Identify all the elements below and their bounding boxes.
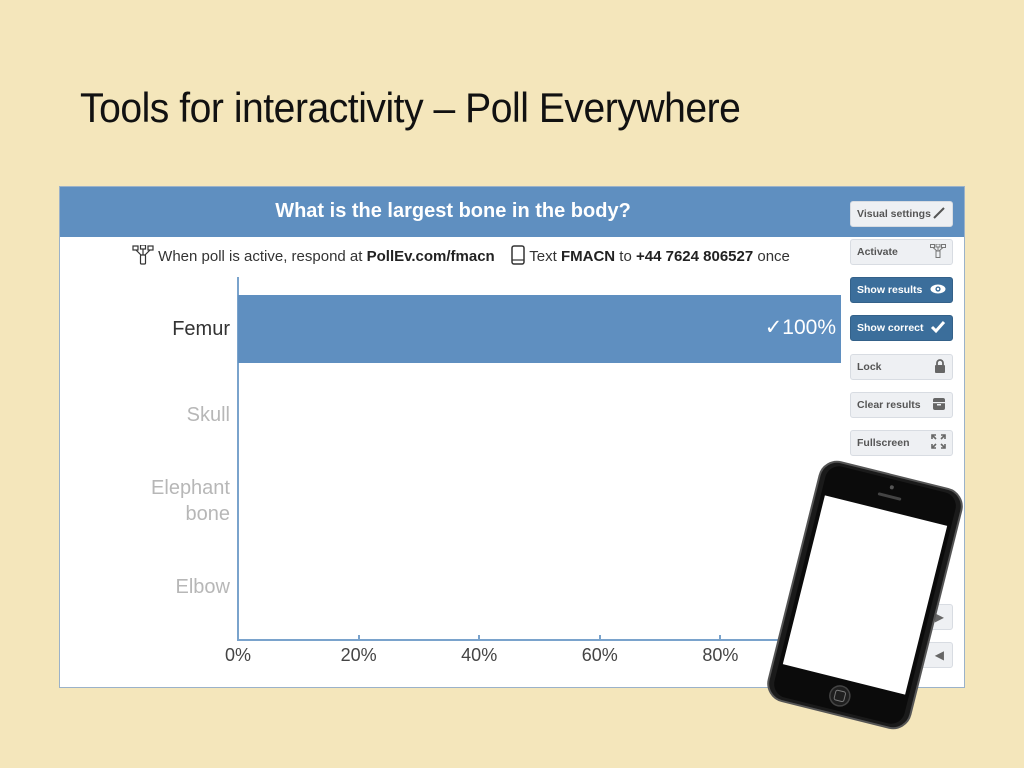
button-label: Show correct [857, 322, 924, 334]
x-tick [719, 635, 722, 640]
activate-button[interactable]: Activate [850, 239, 953, 265]
poll-question: What is the largest bone in the body? [275, 200, 631, 222]
lock-button[interactable]: Lock [850, 354, 953, 380]
text-number: +44 7624 806527 [636, 247, 754, 265]
slide-title: Tools for interactivity – Poll Everywher… [80, 84, 741, 131]
results-chart: Femur ✓100% Skull Elephant bone Elbow 0% 20% 40%… [60, 277, 864, 677]
bar-data-label: ✓100% [764, 316, 836, 339]
category-label: Elephant bone [151, 477, 230, 525]
poll-url[interactable]: PollEv.com/fmacn [367, 248, 495, 265]
mobile-phone-icon [511, 245, 526, 269]
text-suffix: once [753, 247, 790, 265]
button-label: Fullscreen [857, 437, 910, 449]
web-respond-icon [132, 245, 154, 269]
text-to: to [615, 247, 636, 265]
x-tick [478, 635, 481, 640]
button-label: Activate [857, 246, 898, 258]
respond-instructions: When poll is active, respond at PollEv.c… [132, 245, 850, 269]
x-tick-label: 40% [461, 645, 498, 665]
button-label: Lock [857, 361, 882, 373]
lock-icon [934, 358, 946, 376]
pencil-icon [932, 206, 946, 223]
category-label: Skull [186, 404, 230, 426]
eye-icon [930, 284, 946, 297]
x-tick [237, 635, 239, 640]
archive-icon [932, 397, 946, 414]
clear-results-button[interactable]: Clear results [850, 392, 953, 418]
x-axis [237, 639, 840, 641]
x-tick-label: 60% [581, 645, 618, 665]
category-label: Femur [172, 318, 230, 340]
bar-femur [238, 295, 841, 363]
visual-settings-button[interactable]: Visual settings [850, 201, 953, 227]
x-tick-label: 80% [702, 645, 739, 665]
checkmark-icon [930, 320, 946, 337]
poll-header: What is the largest bone in the body? [60, 187, 964, 237]
button-label: Show results [857, 284, 923, 296]
show-correct-button[interactable]: Show correct [850, 315, 953, 341]
x-tick-label: 0% [224, 645, 252, 665]
show-results-button[interactable]: Show results [850, 277, 953, 303]
fullscreen-icon [931, 434, 946, 452]
text-code: FMACN [560, 247, 616, 265]
fullscreen-button[interactable]: Fullscreen [850, 430, 953, 456]
text-prefix: Text [529, 247, 561, 265]
x-tick [357, 635, 360, 640]
x-tick [598, 635, 601, 640]
respond-prefix: When poll is active, respond at [158, 247, 367, 265]
button-label: Clear results [857, 399, 921, 411]
play-left-icon: ◀ [934, 648, 944, 662]
button-label: Visual settings [857, 208, 931, 220]
antenna-icon [930, 243, 946, 261]
category-label: Elbow [175, 576, 230, 598]
x-tick-label: 20% [340, 645, 377, 665]
